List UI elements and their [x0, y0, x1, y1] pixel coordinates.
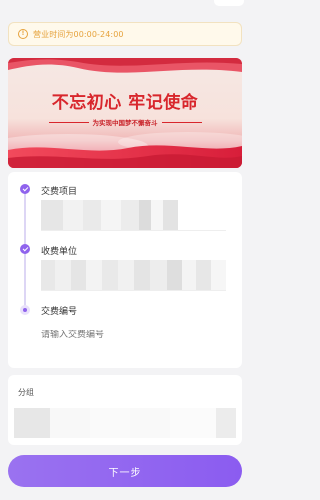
payment-item-field[interactable]: [41, 200, 226, 231]
step-done-check-icon: [20, 244, 30, 254]
billing-unit-field[interactable]: [41, 260, 226, 291]
promo-banner: 不忘初心 牢记使命 为实现中国梦不懈奋斗: [8, 58, 242, 168]
banner-background: [8, 58, 242, 168]
payment-form-card: 交费项目 收费单位 交费编号: [8, 172, 242, 368]
step-label-billing-unit: 收费单位: [41, 247, 78, 257]
payment-number-input[interactable]: [41, 330, 226, 340]
step-current-dot-icon: [20, 305, 30, 315]
next-step-button[interactable]: 下一步: [8, 455, 242, 487]
group-label: 分组: [18, 388, 34, 397]
top-pill-button[interactable]: [214, 0, 244, 6]
banner-divider-left: [48, 121, 89, 123]
business-hours-text: 营业时间为00:00-24:00: [33, 29, 124, 39]
banner-subtitle-row: 为实现中国梦不懈奋斗: [8, 117, 242, 127]
banner-subtitle: 为实现中国梦不懈奋斗: [92, 119, 158, 127]
step-label-payment-number: 交费编号: [41, 307, 78, 317]
banner-title: 不忘初心 牢记使命: [51, 93, 199, 113]
business-hours-notice: ! 营业时间为00:00-24:00: [8, 22, 242, 46]
top-strip: [0, 0, 250, 14]
step-done-check-icon: [20, 184, 30, 194]
banner-divider-right: [161, 121, 202, 123]
group-selector[interactable]: [14, 408, 242, 438]
group-card: 分组: [8, 375, 242, 445]
info-icon: !: [18, 29, 28, 39]
step-label-payment-item: 交费项目: [41, 187, 78, 197]
